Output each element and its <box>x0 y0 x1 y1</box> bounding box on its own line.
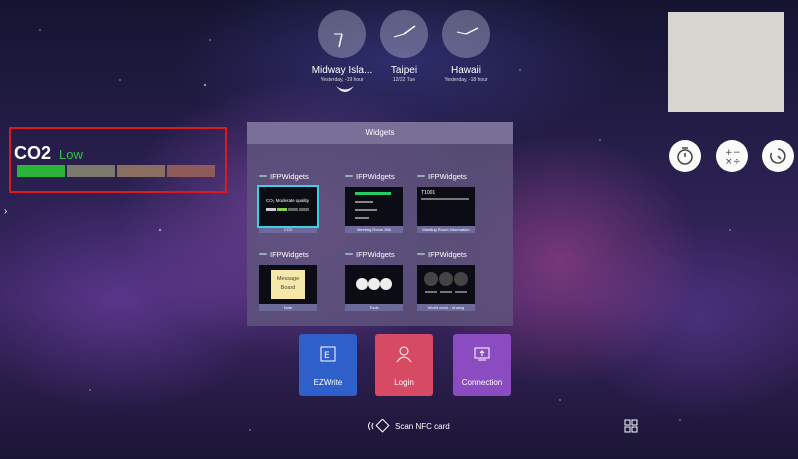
analog-clock-face <box>442 10 490 58</box>
widget-source-icon <box>345 175 353 177</box>
svg-text:×: × <box>725 157 733 167</box>
video-preview[interactable] <box>668 12 784 112</box>
connection-tile[interactable]: Connection <box>453 334 511 396</box>
widget-source: IFPWidgets <box>356 171 395 181</box>
widget-source-icon <box>417 253 425 255</box>
moon-icon <box>336 86 354 92</box>
chevron-right-icon[interactable]: › <box>4 206 7 217</box>
widget-thumbnail <box>345 265 403 304</box>
widget-meeting-room-information[interactable]: IFPWidgets T1001 Meeting Room Informatio… <box>417 170 477 233</box>
tile-label: EZWrite <box>313 378 343 387</box>
co2-level-bar-moderate <box>67 165 115 177</box>
widget-source: IFPWidgets <box>270 171 309 181</box>
widget-source: IFPWidgets <box>428 171 467 181</box>
login-tile[interactable]: Login <box>375 334 433 396</box>
widget-caption: Meeting Room 365 <box>345 226 403 233</box>
widget-source-icon <box>259 175 267 177</box>
nfc-label: Scan NFC card <box>395 421 450 431</box>
co2-level-bar-high <box>117 165 165 177</box>
svg-text:E: E <box>324 351 330 361</box>
user-icon <box>396 346 412 362</box>
widget-tools[interactable]: IFPWidgets Tools <box>345 248 405 311</box>
clock-city: Hawaii <box>450 65 481 76</box>
tools-preview-icon <box>356 278 392 290</box>
co2-level-bar-low <box>17 165 65 177</box>
widget-source-icon <box>345 253 353 255</box>
co2-title: CO2 <box>14 143 52 163</box>
widget-thumbnail: Message Board <box>259 265 317 304</box>
nfc-prompt: Scan NFC card <box>367 419 450 433</box>
widget-co2[interactable]: IFPWidgets CO₂ Moderate quality CO2 <box>257 170 319 233</box>
widget-caption: Note <box>259 304 317 311</box>
widget-thumbnail: CO₂ Moderate quality <box>257 185 319 228</box>
panel-title: Widgets <box>247 122 513 144</box>
widget-thumbnail <box>345 187 403 226</box>
tile-label: Connection <box>461 378 503 387</box>
calculator-button[interactable]: + − × ÷ <box>716 140 748 172</box>
co2-widget[interactable]: CO2 Low <box>9 127 227 193</box>
tile-label: Login <box>394 378 414 387</box>
apps-grid-icon[interactable] <box>624 419 638 433</box>
widget-caption: Tools <box>345 304 403 311</box>
widget-source: IFPWidgets <box>428 249 467 259</box>
countdown-icon <box>770 148 786 164</box>
timer-button[interactable] <box>669 140 701 172</box>
widget-note[interactable]: IFPWidgets Message Board Note <box>259 248 319 311</box>
analog-clock-face <box>380 10 428 58</box>
widget-caption: CO2 <box>259 226 317 233</box>
svg-text:÷: ÷ <box>733 157 741 167</box>
widget-thumbnail: T1001 <box>417 187 475 226</box>
clock-hawaii[interactable]: Hawaii Yesterday, -18 hour <box>441 10 491 83</box>
timer-icon <box>677 147 693 165</box>
widget-source-icon <box>259 253 267 255</box>
widget-source: IFPWidgets <box>270 249 309 259</box>
widget-caption: World clock - Analog <box>417 304 475 311</box>
co2-level-bar-very-high <box>167 165 215 177</box>
widget-preview-text: CO₂ Moderate quality <box>266 198 310 203</box>
ezwrite-icon: E <box>320 346 336 362</box>
widget-source-icon <box>417 175 425 177</box>
analog-clock-face <box>318 10 366 58</box>
widget-source: IFPWidgets <box>356 249 395 259</box>
nfc-icon <box>368 419 390 433</box>
co2-level: Low <box>59 147 83 162</box>
widget-caption: Meeting Room Information <box>417 226 475 233</box>
widget-preview-text: Message Board <box>271 270 305 299</box>
clock-sub: Yesterday, -18 hour <box>444 77 488 83</box>
widgets-panel: Widgets IFPWidgets CO₂ Moderate quality … <box>247 122 513 326</box>
calculator-icon: + −× ÷ <box>725 148 741 167</box>
countdown-button[interactable] <box>762 140 794 172</box>
widget-thumbnail <box>417 265 475 304</box>
ezwrite-tile[interactable]: E EZWrite <box>299 334 357 396</box>
widget-world-clock-analog[interactable]: IFPWidgets World clock - Analog <box>417 248 477 311</box>
widget-meeting-room-365[interactable]: IFPWidgets Meeting Room 365 <box>345 170 405 233</box>
widget-preview-text: T1001 <box>421 190 436 196</box>
screen-share-icon <box>474 347 490 361</box>
world-clock-preview-icon <box>424 272 468 293</box>
